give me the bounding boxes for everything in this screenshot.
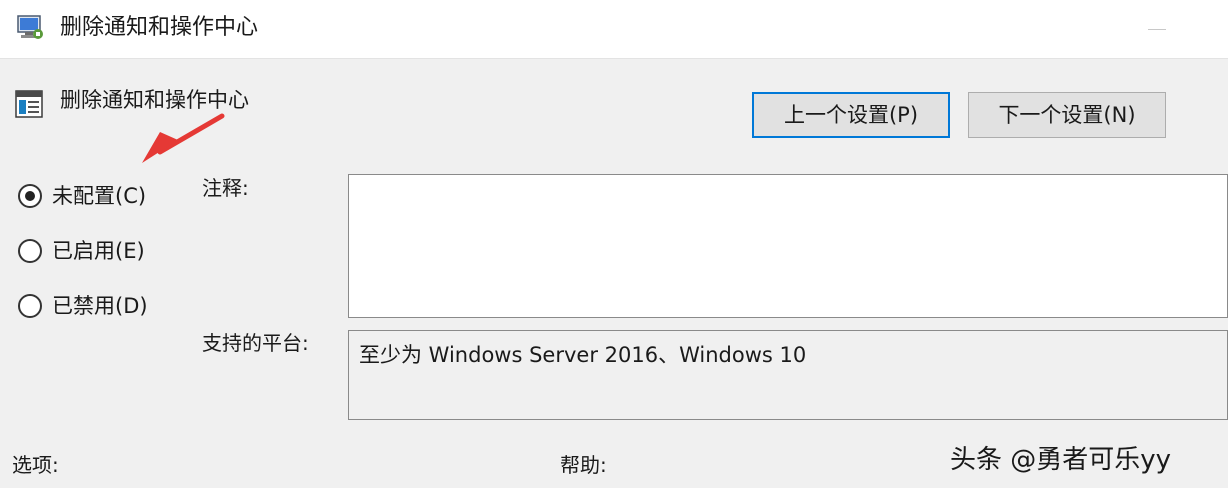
radio-button[interactable] <box>18 239 42 263</box>
policy-name: 删除通知和操作中心 <box>60 88 249 112</box>
previous-setting-button[interactable]: 上一个设置(P) <box>752 92 950 138</box>
next-setting-button[interactable]: 下一个设置(N) <box>968 92 1166 138</box>
platform-value: 至少为 Windows Server 2016、Windows 10 <box>359 343 807 367</box>
platform-field: 至少为 Windows Server 2016、Windows 10 <box>348 330 1228 420</box>
comment-label: 注释: <box>202 176 249 200</box>
radio-enabled[interactable]: 已启用(E) <box>18 234 145 268</box>
title-divider <box>0 58 1228 59</box>
window-title: 删除通知和操作中心 <box>60 15 259 40</box>
radio-button[interactable] <box>18 294 42 318</box>
platform-label: 支持的平台: <box>202 331 309 355</box>
radio-label: 已启用(E) <box>52 239 145 263</box>
comment-textarea[interactable] <box>348 174 1228 318</box>
title-bar: 删除通知和操作中心 <box>0 0 1228 58</box>
watermark-text: 头条 @勇者可乐yy <box>950 445 1172 475</box>
minimize-button[interactable] <box>1120 0 1190 58</box>
policy-setting-icon <box>15 90 43 118</box>
options-label: 选项: <box>12 453 59 477</box>
help-label: 帮助: <box>560 453 607 477</box>
radio-label: 已禁用(D) <box>52 294 148 318</box>
radio-disabled[interactable]: 已禁用(D) <box>18 289 148 323</box>
radio-not-configured[interactable]: 未配置(C) <box>18 179 146 213</box>
radio-label: 未配置(C) <box>52 184 147 208</box>
radio-button[interactable] <box>18 184 42 208</box>
group-policy-icon <box>17 15 43 39</box>
